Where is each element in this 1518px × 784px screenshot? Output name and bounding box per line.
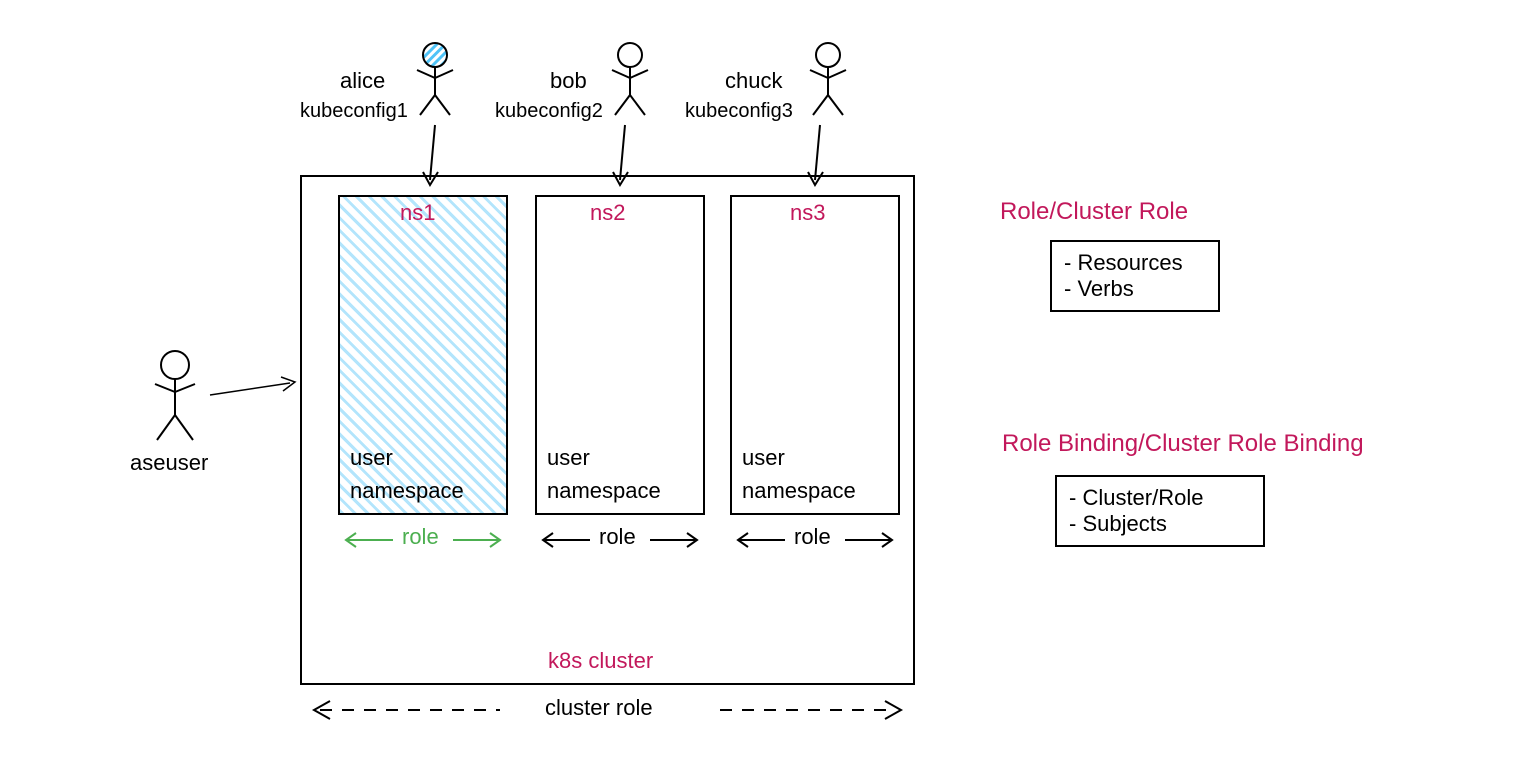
k8s-cluster-label: k8s cluster bbox=[548, 648, 653, 674]
chuck-stick-figure-icon bbox=[798, 40, 858, 120]
ns2-namespace-label: namespace bbox=[547, 478, 661, 504]
ns3-user-label: user bbox=[742, 445, 785, 471]
bob-arrow bbox=[610, 120, 650, 195]
bob-stick-figure-icon bbox=[600, 40, 660, 120]
aseuser-name-label: aseuser bbox=[130, 450, 208, 476]
alice-config-label: kubeconfig1 bbox=[300, 100, 408, 123]
alice-name-label: alice bbox=[340, 68, 385, 94]
ns1-namespace-label: namespace bbox=[350, 478, 464, 504]
chuck-name-label: chuck bbox=[725, 68, 782, 94]
binding-cluster-role-item: - Cluster/Role bbox=[1069, 485, 1251, 511]
ns3-namespace-label: namespace bbox=[742, 478, 856, 504]
role-cluster-role-box: - Resources - Verbs bbox=[1050, 240, 1220, 312]
role-resources-item: - Resources bbox=[1064, 250, 1206, 276]
alice-arrow bbox=[420, 120, 460, 195]
role-cluster-role-title: Role/Cluster Role bbox=[1000, 198, 1188, 226]
ns1-user-label: user bbox=[350, 445, 393, 471]
role-binding-title: Role Binding/Cluster Role Binding bbox=[1002, 430, 1364, 458]
ns1-role-label: role bbox=[402, 524, 439, 550]
chuck-config-label: kubeconfig3 bbox=[685, 100, 793, 123]
bob-config-label: kubeconfig2 bbox=[495, 100, 603, 123]
aseuser-arrow bbox=[205, 375, 300, 405]
ns2-title: ns2 bbox=[590, 200, 625, 226]
bob-name-label: bob bbox=[550, 68, 587, 94]
ns2-user-label: user bbox=[547, 445, 590, 471]
role-verbs-item: - Verbs bbox=[1064, 276, 1206, 302]
alice-stick-figure-icon bbox=[405, 40, 465, 120]
ns3-title: ns3 bbox=[790, 200, 825, 226]
chuck-arrow bbox=[805, 120, 845, 195]
role-binding-box: - Cluster/Role - Subjects bbox=[1055, 475, 1265, 547]
ns3-role-label: role bbox=[794, 524, 831, 550]
binding-subjects-item: - Subjects bbox=[1069, 511, 1251, 537]
ns1-title: ns1 bbox=[400, 200, 435, 226]
cluster-role-label: cluster role bbox=[545, 695, 653, 721]
ns2-role-label: role bbox=[599, 524, 636, 550]
aseuser-stick-figure-icon bbox=[145, 350, 205, 450]
